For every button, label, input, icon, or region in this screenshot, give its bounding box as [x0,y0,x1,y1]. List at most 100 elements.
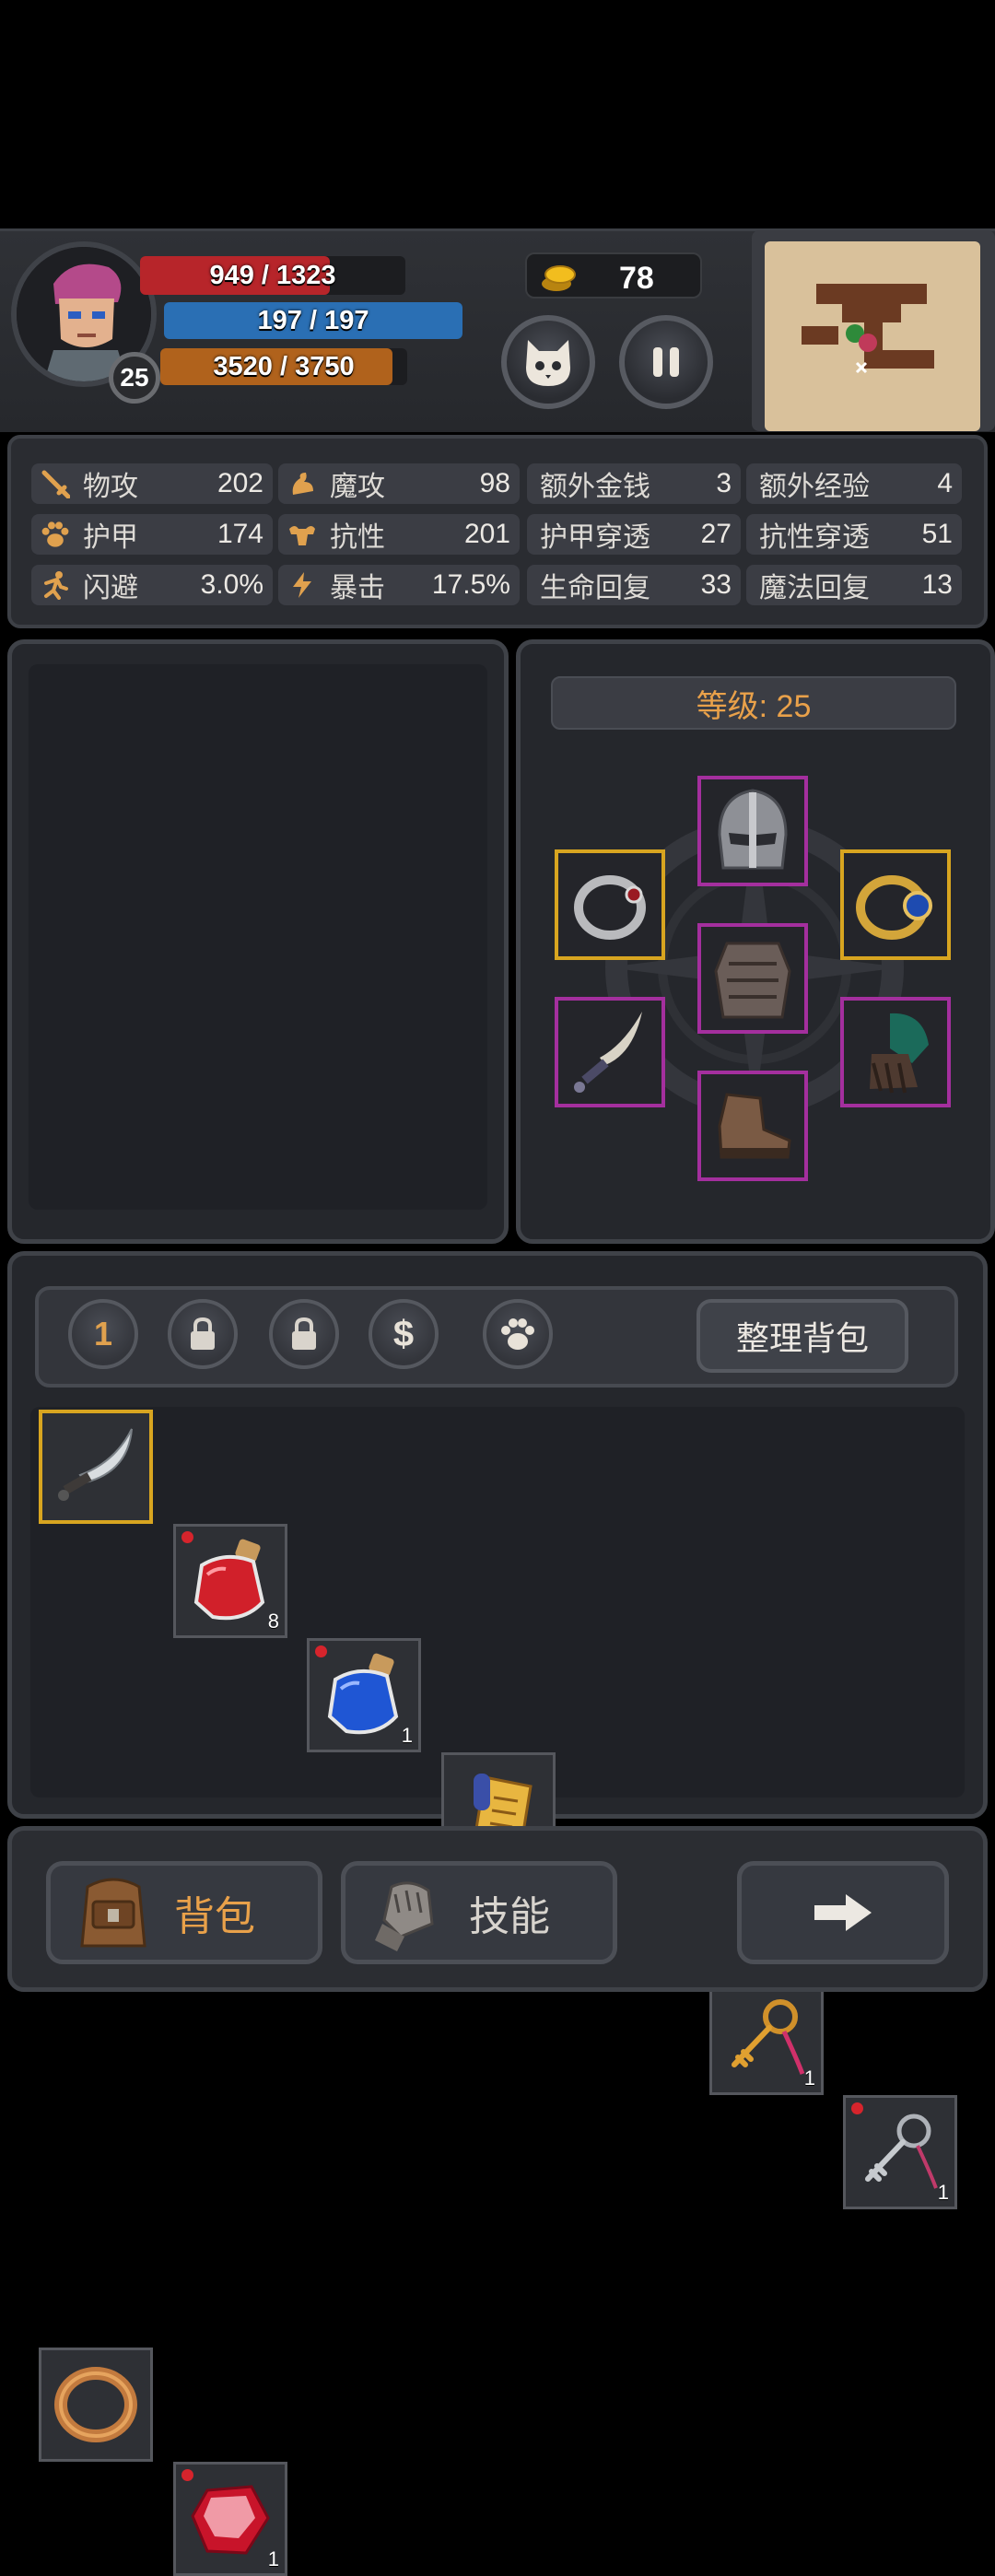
bag-slot[interactable]: 1 [173,2462,287,2576]
weapon-slot[interactable] [555,997,665,1107]
armor-icon [714,942,791,1019]
new-item-dot [851,2102,863,2114]
stats-grid: 物攻 202 魔攻 98 额外金钱 3 额外经验 4 护甲 174 抗性 201 护甲穿透 27 抗性穿透 5… [31,463,962,611]
stat-value: 3 [716,468,732,498]
stat-value: 4 [937,468,953,498]
stat-row: 魔攻 98 [278,463,520,504]
stat-value: 33 [700,569,732,600]
left-ring-slot[interactable] [555,849,665,960]
locked-page-button[interactable] [269,1299,339,1369]
lock-icon [292,1317,316,1350]
hp-text: 949 / 1323 [209,260,336,290]
helmet-slot[interactable] [697,776,808,886]
stat-value: 27 [700,519,732,549]
sword-icon [39,467,72,500]
bag-items: 8111111 [39,1410,960,2576]
boots-icon [718,1093,791,1159]
silver-key-icon [857,2109,943,2195]
bag-tab-label: 背包 [174,1894,255,1939]
item-count: 1 [937,2181,949,2204]
bag-slot[interactable]: 8 [173,1524,287,1638]
stat-label: 魔攻 [330,472,385,502]
locked-page-button[interactable] [168,1299,238,1369]
gold-key-icon [723,1995,810,2081]
hp-bar: 949 / 1323 [140,256,405,295]
lightning-icon [286,568,319,602]
stat-label: 额外经验 [759,472,870,502]
scimitar-icon [54,1425,137,1508]
minimap-rooms-icon [802,284,934,374]
boots-slot[interactable] [697,1071,808,1181]
stat-value: 174 [217,519,263,549]
gold-counter: 78 [525,252,702,299]
red-potion-icon [189,1538,272,1624]
lock-icon [191,1317,215,1350]
item-count: 1 [401,1724,413,1747]
player-level-badge: 25 [109,352,160,404]
cat-face-icon [526,340,570,386]
stat-value: 201 [463,519,510,549]
minimap[interactable] [765,241,980,431]
right-ring-slot[interactable] [840,849,951,960]
blue-potion-icon [322,1652,405,1739]
stat-row: 抗性穿透 51 [746,514,962,555]
running-icon [39,568,72,602]
bag-page-1-button[interactable]: 1 [68,1299,138,1369]
new-item-dot [181,2469,193,2481]
stat-label: 魔法回复 [759,573,870,603]
bag-slot[interactable]: 1 [307,1638,421,1752]
stat-value: 3.0% [200,569,263,600]
bag-slot[interactable] [39,1410,153,1524]
helmet-icon [718,789,788,870]
stat-row: 暴击 17.5% [278,565,520,605]
stat-row: 物攻 202 [31,463,273,504]
stat-label: 抗性穿透 [759,522,870,553]
stat-value: 17.5% [431,569,510,600]
stat-row: 额外经验 4 [746,463,962,504]
pause-button[interactable] [619,315,713,409]
mp-text: 197 / 197 [257,305,369,335]
paw-icon [39,518,72,551]
flex-arm-icon [286,518,319,551]
skills-tab-button[interactable]: 技能 [341,1861,617,1964]
bag-tab-button[interactable]: 背包 [46,1861,322,1964]
stat-label: 生命回复 [540,573,650,603]
pet-button[interactable] [501,315,595,409]
stat-row: 额外金钱 3 [527,463,741,504]
stat-row: 闪避 3.0% [31,565,273,605]
stat-row: 护甲 174 [31,514,273,555]
new-item-dot [315,1645,327,1657]
xp-text: 3520 / 3750 [213,351,355,381]
skills-tab-label: 技能 [469,1894,550,1939]
item-count: 8 [267,1610,279,1633]
stat-label: 物攻 [83,472,138,502]
sell-button[interactable]: $ [369,1299,439,1369]
gloves-icon [870,1013,929,1094]
bag-slot[interactable]: 1 [843,2095,957,2209]
hero-preview-panel [7,639,509,1244]
pause-icon [653,347,679,377]
next-button[interactable] [737,1861,949,1964]
stat-row: 抗性 201 [278,514,520,555]
backpack-icon [80,1878,146,1948]
item-count: 1 [803,2067,815,2090]
gold-amount: 78 [619,261,654,296]
bag-slot[interactable]: 1 [709,1981,824,2095]
stat-value: 98 [479,468,510,498]
dollar-icon: $ [392,1313,415,1354]
item-count: 1 [267,2547,279,2570]
armor-slot[interactable] [697,923,808,1034]
stat-row: 护甲穿透 27 [527,514,741,555]
paw-icon [501,1318,534,1350]
sort-bag-button[interactable]: 整理背包 [696,1299,908,1373]
stat-row: 魔法回复 13 [746,565,962,605]
ring-left-icon [574,875,646,940]
hero-preview-area [29,664,487,1210]
right-arrow-icon [814,1894,872,1931]
pet-bag-button[interactable] [483,1299,553,1369]
gold-coin-icon [540,262,577,298]
bag-slot[interactable] [39,2348,153,2462]
gloves-slot[interactable] [840,997,951,1107]
equipment-level-label: 等级: 25 [551,676,956,730]
gauntlet-fist-icon [375,1881,434,1951]
